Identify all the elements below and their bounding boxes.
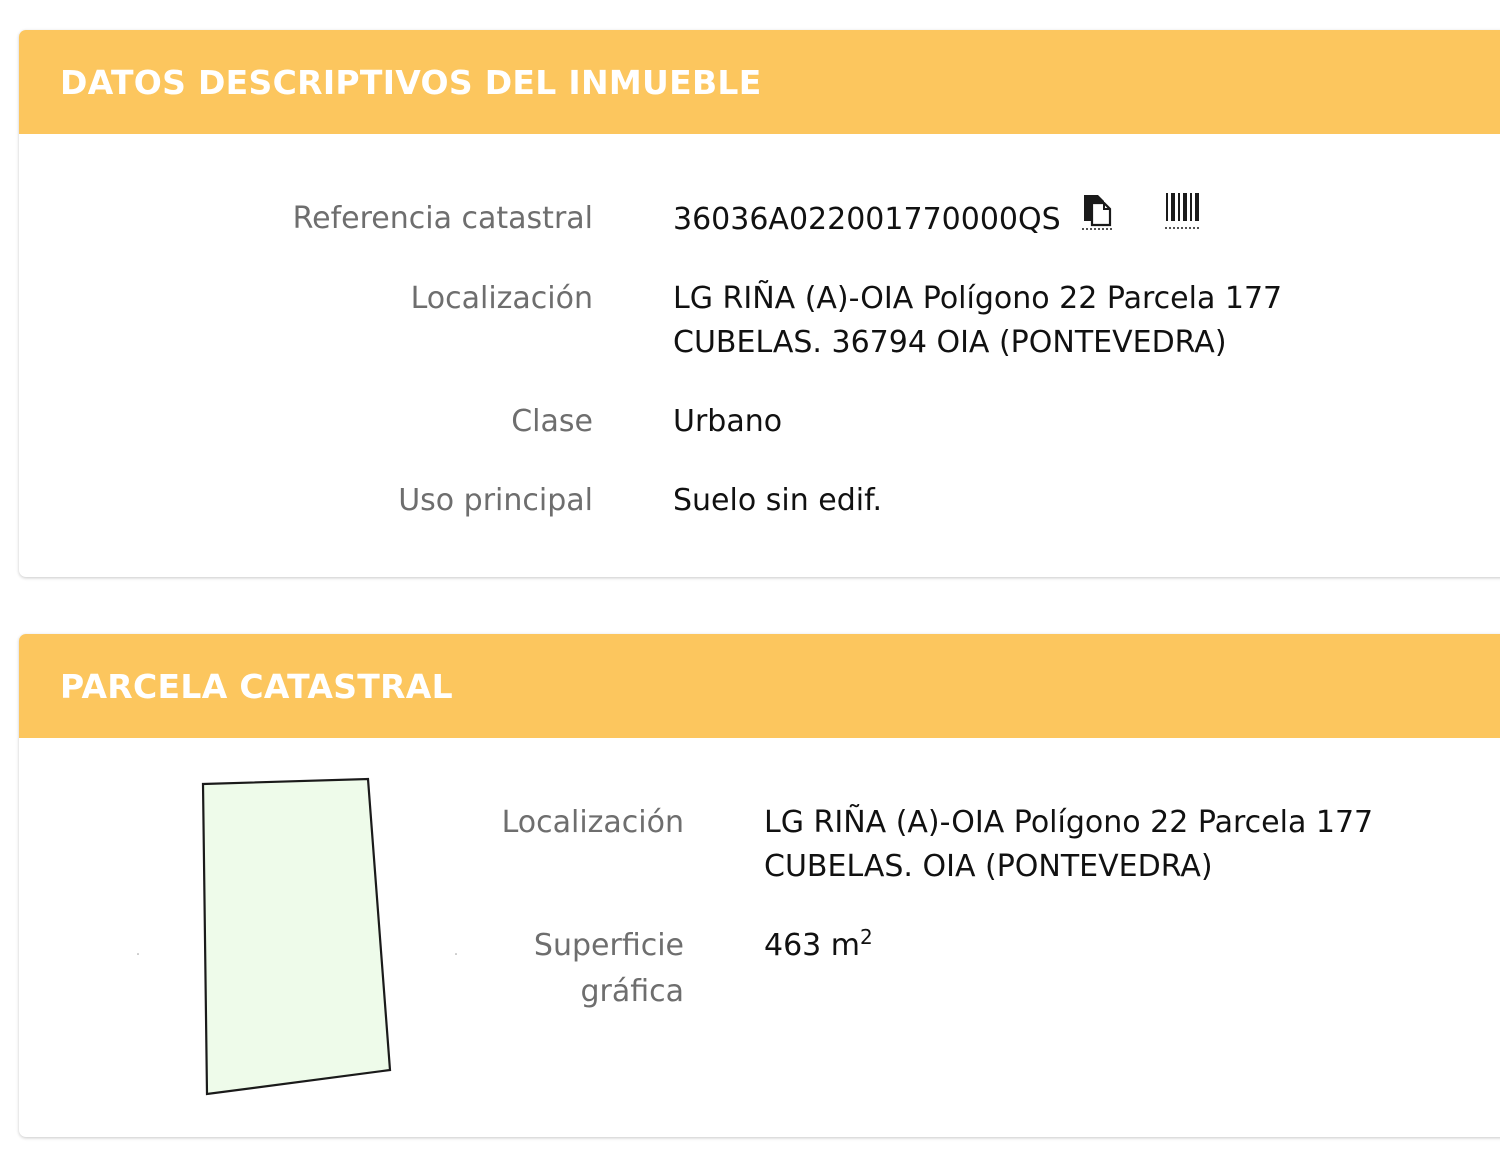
referencia-value[interactable]: 36036A022001770000QS (673, 202, 1061, 237)
barcode-icon[interactable] (1164, 191, 1202, 244)
clase-value: Urbano (673, 404, 783, 439)
localizacion-line1: LG RIÑA (A)-OIA Polígono 22 Parcela 177 (673, 281, 1283, 316)
referencia-value-wrap: 36036A022001770000QS (673, 193, 1202, 244)
parcela-localizacion-value: LG RIÑA (A)-OIA Polígono 22 Parcela 177 … (764, 801, 1373, 889)
parcela-localizacion-row: Localización LG RIÑA (A)-OIA Polígono 22… (19, 801, 1374, 889)
superficie-value-wrap: 463 m2 (764, 924, 873, 968)
referencia-row: Referencia catastral 36036A022001770000Q… (19, 193, 1202, 244)
localizacion-label: Localización (410, 281, 593, 316)
uso-label: Uso principal (398, 483, 593, 518)
inmueble-panel-header: DATOS DESCRIPTIVOS DEL INMUEBLE (19, 30, 1500, 134)
parcela-localizacion-line1: LG RIÑA (A)-OIA Polígono 22 Parcela 177 (764, 805, 1374, 840)
superficie-label-line2: gráfica (580, 974, 684, 1009)
uso-row: Uso principal Suelo sin edif. (19, 479, 882, 523)
parcela-panel: PARCELA CATASTRAL Localización LG RIÑA (… (19, 634, 1500, 1137)
clase-row: Clase Urbano (19, 400, 782, 444)
clase-label: Clase (511, 404, 593, 439)
parcela-panel-title: PARCELA CATASTRAL (60, 666, 453, 706)
superficie-row: Superficie gráfica 463 m2 (19, 924, 873, 1014)
superficie-unit-exponent: 2 (860, 925, 873, 949)
superficie-label-line1: Superficie (533, 928, 684, 963)
localizacion-row: Localización LG RIÑA (A)-OIA Polígono 22… (19, 277, 1283, 365)
localizacion-value: LG RIÑA (A)-OIA Polígono 22 Parcela 177 … (673, 277, 1282, 365)
parcela-panel-header: PARCELA CATASTRAL (19, 634, 1500, 738)
uso-value: Suelo sin edif. (673, 483, 883, 518)
localizacion-line2: CUBELAS. 36794 OIA (PONTEVEDRA) (673, 325, 1227, 360)
parcela-localizacion-label: Localización (501, 805, 684, 840)
superficie-label: Superficie gráfica (19, 924, 684, 1014)
inmueble-panel: DATOS DESCRIPTIVOS DEL INMUEBLE Referenc… (19, 30, 1500, 577)
parcela-localizacion-line2: CUBELAS. OIA (PONTEVEDRA) (764, 849, 1213, 884)
referencia-label: Referencia catastral (292, 201, 593, 236)
inmueble-panel-title: DATOS DESCRIPTIVOS DEL INMUEBLE (60, 62, 762, 102)
copy-icon[interactable] (1080, 191, 1116, 244)
superficie-value: 463 m (764, 928, 861, 963)
